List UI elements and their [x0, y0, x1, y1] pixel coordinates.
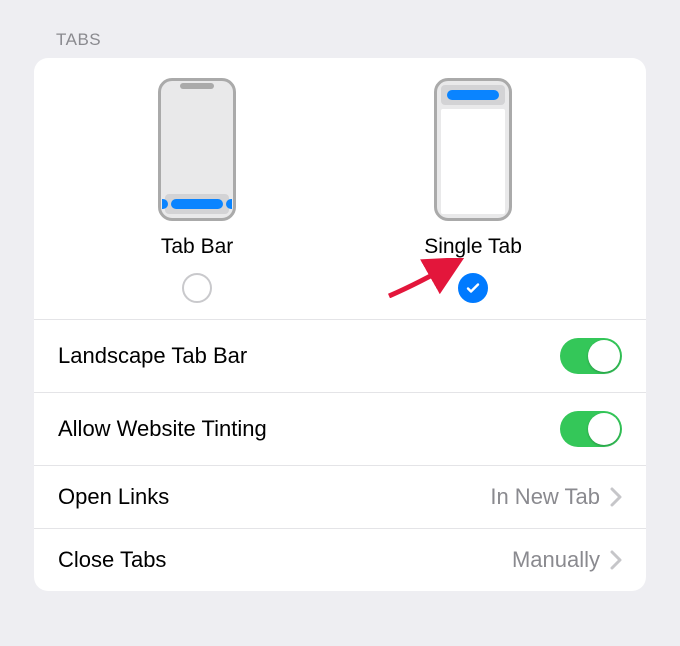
layout-option-tab-bar[interactable]: Tab Bar [158, 78, 236, 303]
layout-option-label: Single Tab [424, 235, 522, 259]
layout-option-label: Tab Bar [161, 235, 233, 259]
row-value: In New Tab [490, 484, 600, 510]
section-header-tabs: TABS [0, 0, 680, 58]
row-label: Allow Website Tinting [58, 416, 267, 442]
tab-layout-picker: Tab Bar Single Tab [34, 58, 646, 319]
row-allow-website-tinting[interactable]: Allow Website Tinting [34, 392, 646, 465]
tab-bar-preview-icon [158, 78, 236, 221]
row-close-tabs[interactable]: Close Tabs Manually [34, 528, 646, 591]
radio-checked-icon[interactable] [458, 273, 488, 303]
toggle-allow-website-tinting[interactable] [560, 411, 622, 447]
row-label: Close Tabs [58, 547, 166, 573]
row-landscape-tab-bar[interactable]: Landscape Tab Bar [34, 319, 646, 392]
row-label: Open Links [58, 484, 169, 510]
row-open-links[interactable]: Open Links In New Tab [34, 465, 646, 528]
toggle-landscape-tab-bar[interactable] [560, 338, 622, 374]
tabs-settings-card: Tab Bar Single Tab [34, 58, 646, 591]
layout-option-single-tab[interactable]: Single Tab [424, 78, 522, 303]
row-label: Landscape Tab Bar [58, 343, 247, 369]
row-value: Manually [512, 547, 600, 573]
chevron-right-icon [610, 550, 622, 570]
radio-unchecked-icon[interactable] [182, 273, 212, 303]
chevron-right-icon [610, 487, 622, 507]
single-tab-preview-icon [434, 78, 512, 221]
